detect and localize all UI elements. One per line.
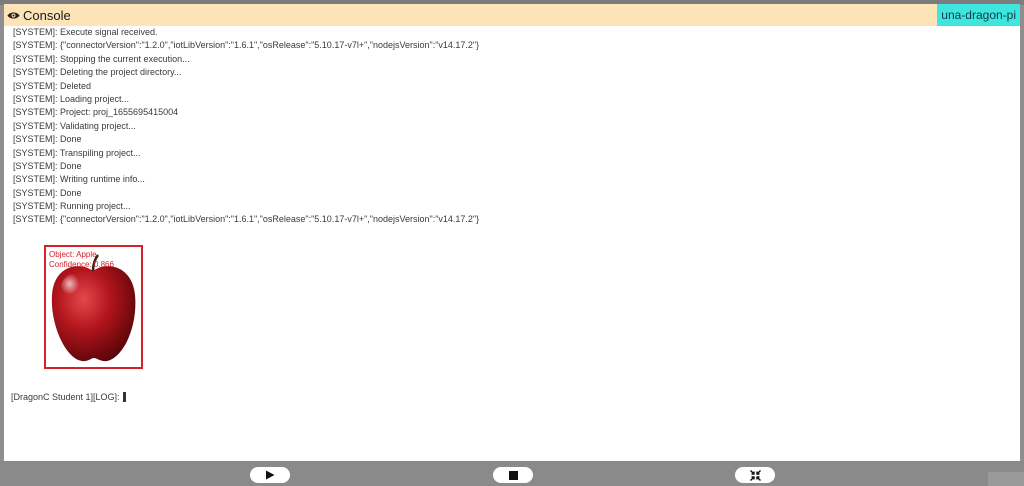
- log-line: [SYSTEM]: {"connectorVersion":"1.2.0","i…: [13, 40, 480, 51]
- log-line: [SYSTEM]: Deleting the project directory…: [13, 67, 182, 78]
- console-window: Console una-dragon-pi [SYSTEM]: Execute …: [4, 4, 1020, 461]
- log-line: [SYSTEM]: Deleted: [13, 80, 92, 91]
- log-line: [SYSTEM]: Transpiling project...: [13, 147, 141, 158]
- log-line: [SYSTEM]: Execute signal received.: [13, 27, 158, 37]
- log-line: [SYSTEM]: Writing runtime info...: [13, 174, 145, 185]
- detection-frame: Object: Apple Confidence: 0.866: [44, 245, 143, 369]
- log-line: [SYSTEM]: {"connectorVersion":"1.2.0","i…: [13, 214, 480, 225]
- log-line: [SYSTEM]: Project: proj_1655695415004: [13, 107, 179, 118]
- stop-button[interactable]: [493, 467, 533, 483]
- collapse-button[interactable]: [735, 467, 775, 483]
- eye-icon[interactable]: [7, 11, 20, 20]
- log-line: [SYSTEM]: Stopping the current execution…: [13, 53, 190, 64]
- console-title: Console: [23, 7, 71, 23]
- console-header: Console una-dragon-pi: [4, 4, 1020, 26]
- log-output: [SYSTEM]: Execute signal received. [SYST…: [13, 26, 479, 227]
- log-line: [SYSTEM]: Loading project...: [13, 93, 130, 104]
- console-prompt[interactable]: [DragonC Student 1][LOG]:: [11, 392, 126, 402]
- log-line: [SYSTEM]: Validating project...: [13, 120, 136, 131]
- prompt-label: [DragonC Student 1][LOG]:: [11, 392, 120, 402]
- detection-label: Object: Apple Confidence: 0.866: [49, 250, 114, 270]
- play-button[interactable]: [250, 467, 290, 483]
- backdrop-button: [988, 472, 1024, 486]
- stop-icon: [508, 470, 518, 480]
- log-line: [SYSTEM]: Done: [13, 160, 82, 171]
- collapse-icon: [749, 469, 761, 481]
- text-cursor: [122, 392, 126, 402]
- log-line: [SYSTEM]: Done: [13, 134, 82, 145]
- device-badge[interactable]: una-dragon-pi: [937, 4, 1020, 26]
- log-line: [SYSTEM]: Running project...: [13, 201, 131, 212]
- play-icon: [266, 470, 275, 480]
- confidence-label: Confidence: 0.866: [49, 260, 114, 269]
- log-line: [SYSTEM]: Done: [13, 187, 82, 198]
- object-label: Object: Apple: [49, 250, 97, 259]
